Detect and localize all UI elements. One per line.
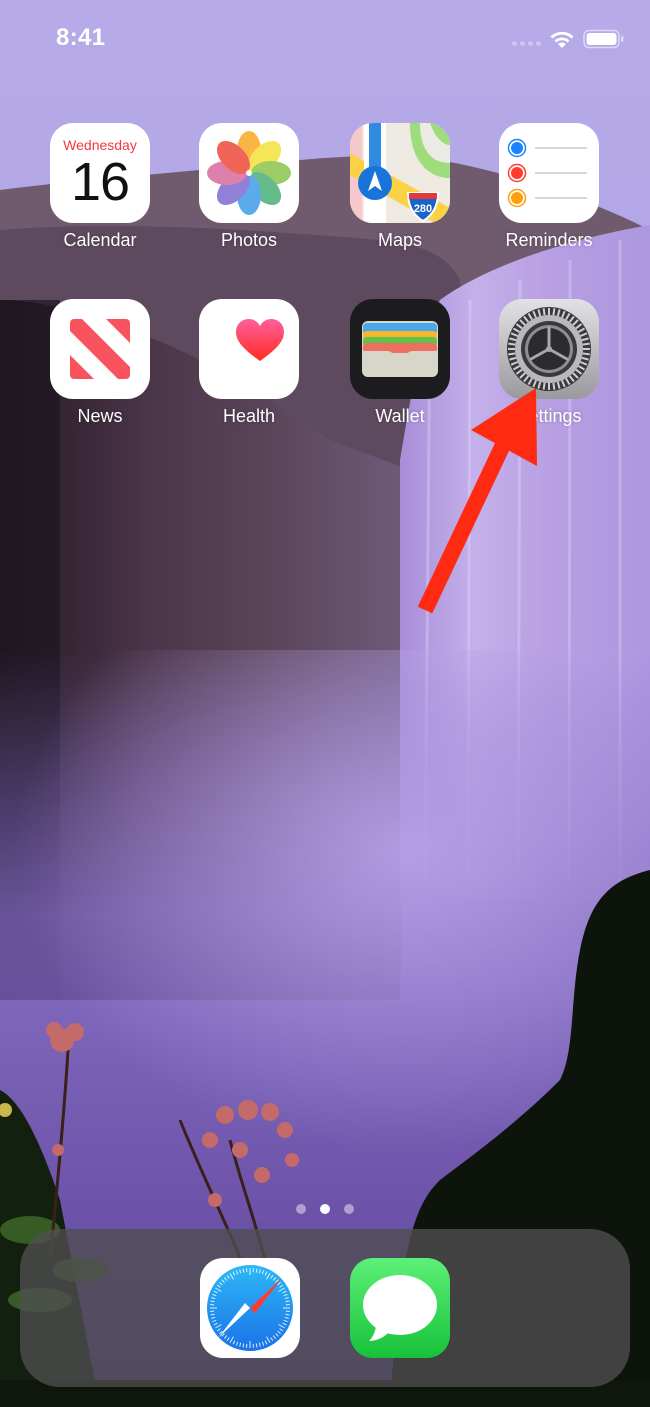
app-maps[interactable]: 280 Maps <box>345 123 455 251</box>
app-wallet[interactable]: Wallet <box>345 299 455 427</box>
status-bar: 8:41 <box>0 0 650 80</box>
page-dot-current[interactable] <box>320 1204 330 1214</box>
wallet-icon <box>350 299 450 399</box>
app-label: Photos <box>220 230 278 250</box>
status-time: 8:41 <box>56 24 106 51</box>
page-indicator[interactable] <box>0 1204 650 1214</box>
app-label: Maps <box>377 230 422 250</box>
maps-shield-text: 280 <box>414 203 432 215</box>
app-label: Settings <box>516 406 582 426</box>
app-calendar[interactable]: Wednesday 16 Calendar <box>45 123 155 251</box>
app-reminders[interactable]: Reminders <box>494 123 604 251</box>
calendar-day: 16 <box>70 152 130 212</box>
news-icon <box>50 299 150 399</box>
maps-icon: 280 <box>350 123 450 223</box>
settings-icon <box>499 299 599 399</box>
app-settings[interactable]: Settings <box>494 299 604 427</box>
app-label: Health <box>222 406 276 426</box>
page-dot[interactable] <box>344 1204 354 1214</box>
dock <box>20 1229 630 1387</box>
battery-icon <box>583 29 624 49</box>
app-label: Wallet <box>375 406 425 426</box>
photos-icon <box>199 123 299 223</box>
app-label: Calendar <box>63 230 137 250</box>
wifi-icon <box>550 31 574 48</box>
dock-app-safari[interactable] <box>195 1258 305 1358</box>
health-icon <box>199 299 299 399</box>
calendar-icon: Wednesday 16 <box>50 123 150 223</box>
app-news[interactable]: News <box>45 299 155 427</box>
cellular-signal-icon <box>512 41 541 46</box>
page-dot[interactable] <box>296 1204 306 1214</box>
dock-app-messages[interactable] <box>345 1258 455 1358</box>
app-label: Reminders <box>505 230 593 250</box>
reminders-icon <box>499 123 599 223</box>
safari-icon <box>200 1258 300 1358</box>
app-health[interactable]: Health <box>194 299 304 427</box>
messages-icon <box>350 1258 450 1358</box>
app-photos[interactable]: Photos <box>194 123 304 251</box>
app-label: News <box>77 406 123 426</box>
